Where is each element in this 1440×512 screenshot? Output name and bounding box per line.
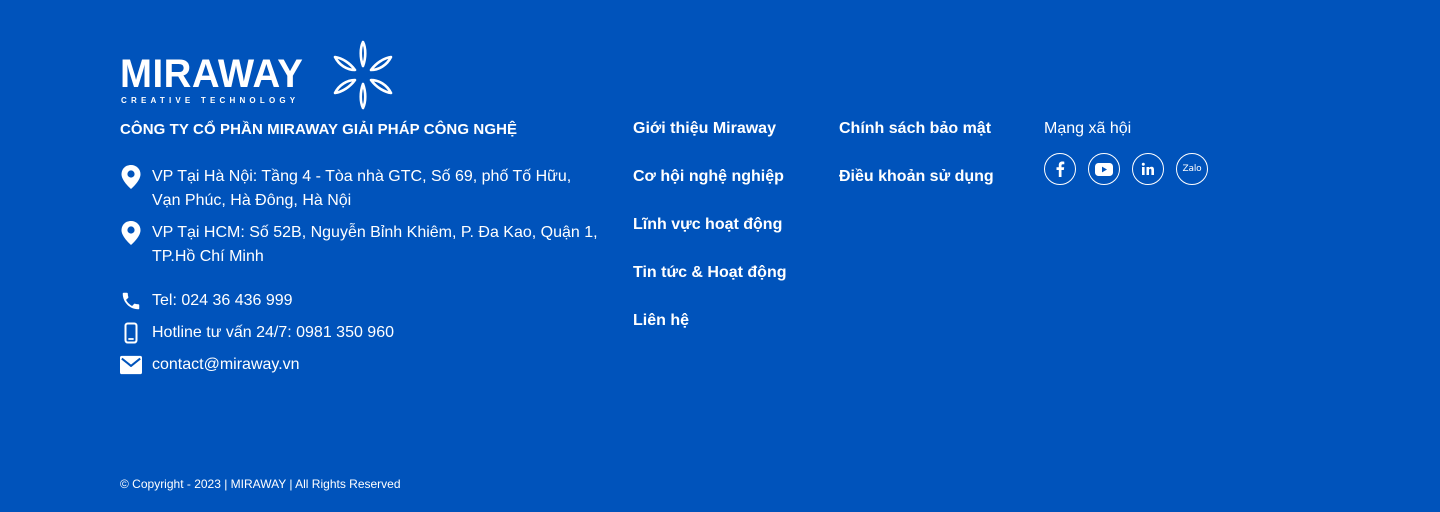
contact-phone[interactable]: Tel: 024 36 436 999 [120, 289, 602, 313]
nav-link-terms[interactable]: Điều khoản sử dụng [839, 167, 994, 187]
phone-text[interactable]: Tel: 024 36 436 999 [152, 289, 602, 313]
contact-email[interactable]: contact@miraway.vn [120, 353, 602, 377]
nav-link-about[interactable]: Giới thiệu Miraway [633, 119, 776, 139]
mail-icon [120, 353, 142, 377]
company-name: CÔNG TY CỔ PHẦN MIRAWAY GIẢI PHÁP CÔNG N… [120, 121, 518, 138]
youtube-icon [1095, 162, 1113, 176]
miraway-logo[interactable]: MIRAWAY CREATIVE TECHNOLOGY [120, 40, 400, 110]
phone-icon [120, 289, 142, 313]
linkedin-link[interactable] [1132, 153, 1164, 185]
nav-link-careers[interactable]: Cơ hội nghệ nghiệp [633, 167, 784, 187]
logo-tagline: CREATIVE TECHNOLOGY [121, 96, 300, 105]
logo-wordmark: MIRAWAY [120, 52, 304, 96]
facebook-icon [1056, 161, 1065, 177]
hcm-address: VP Tại HCM: Số 52B, Nguyễn Bỉnh Khiêm, P… [152, 224, 598, 265]
social-title: Mạng xã hội [1044, 120, 1132, 137]
youtube-link[interactable] [1088, 153, 1120, 185]
linkedin-icon [1141, 162, 1154, 175]
nav-link-privacy[interactable]: Chính sách bảo mật [839, 119, 991, 139]
location-pin-icon [120, 165, 142, 189]
copyright-text: © Copyright - 2023 | MIRAWAY | All Right… [120, 477, 401, 491]
zalo-icon: Zalo [1182, 164, 1202, 174]
contact-hotline[interactable]: Hotline tư vấn 24/7: 0981 350 960 [120, 321, 602, 345]
mobile-phone-icon [120, 321, 142, 345]
facebook-link[interactable] [1044, 153, 1076, 185]
contact-hanoi: VP Tại Hà Nội: Tầng 4 - Tòa nhà GTC, Số … [120, 165, 602, 213]
nav-link-fields[interactable]: Lĩnh vực hoạt động [633, 215, 782, 235]
nav-link-news[interactable]: Tin tức & Hoạt động [633, 263, 787, 283]
site-footer: MIRAWAY CREATIVE TECHNOLOGY CÔNG TY CỔ P… [0, 0, 1440, 512]
contact-hcm: VP Tại HCM: Số 52B, Nguyễn Bỉnh Khiêm, P… [120, 221, 602, 269]
hanoi-address: VP Tại Hà Nội: Tầng 4 - Tòa nhà GTC, Số … [152, 168, 572, 209]
nav-link-contact[interactable]: Liên hệ [633, 311, 689, 331]
email-text[interactable]: contact@miraway.vn [152, 353, 602, 377]
logo-sparkle-icon [333, 40, 393, 110]
location-pin-icon [120, 221, 142, 245]
hotline-text[interactable]: Hotline tư vấn 24/7: 0981 350 960 [152, 321, 602, 345]
zalo-link[interactable]: Zalo [1176, 153, 1208, 185]
